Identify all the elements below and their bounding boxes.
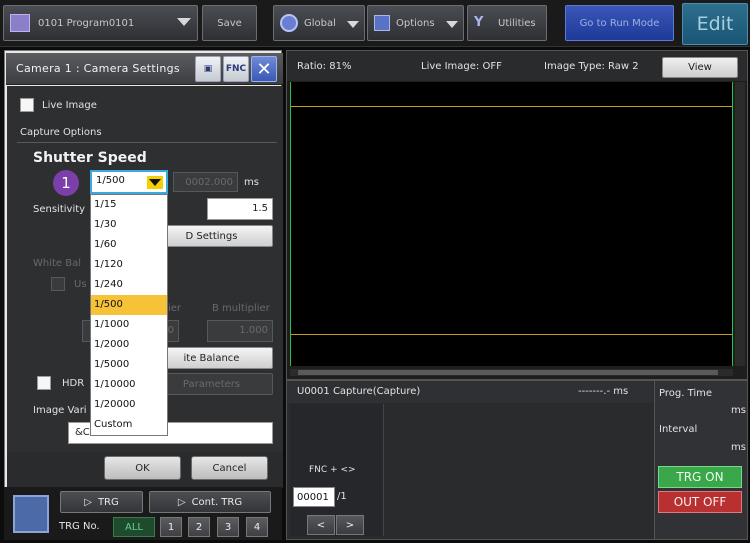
horizontal-scroll-thumb[interactable] xyxy=(298,370,718,375)
vertical-scrollbar[interactable] xyxy=(735,82,745,366)
program-label: 0101 Program0101 xyxy=(38,17,135,29)
shutter-option[interactable]: 1/10000 xyxy=(91,375,167,395)
cancel-button[interactable]: Cancel xyxy=(191,456,268,480)
top-boundary-line xyxy=(291,106,732,107)
shutter-option[interactable]: 1/5000 xyxy=(91,355,167,375)
live-image-checkbox[interactable] xyxy=(20,98,34,112)
options-menu-button[interactable]: Options xyxy=(367,5,464,41)
shutter-option[interactable]: 1/30 xyxy=(91,215,167,235)
sensitivity-label: Sensitivity xyxy=(33,204,86,215)
tools-icon: Y xyxy=(474,15,484,30)
hdr-label: HDR xyxy=(62,378,85,389)
b-multiplier-input[interactable]: 1.000 xyxy=(207,320,273,342)
options-icon xyxy=(374,15,390,31)
ok-button[interactable]: OK xyxy=(104,456,181,480)
image-type-label: Image Type: Raw 2 xyxy=(544,61,639,72)
shutter-selected-value: 1/500 xyxy=(96,175,125,186)
white-balance-label: White Bal xyxy=(33,258,82,269)
shutter-speed-title: Shutter Speed xyxy=(33,150,147,166)
play-icon: ▷ xyxy=(84,496,92,508)
utilities-button[interactable]: Y Utilities xyxy=(467,5,547,41)
options-label: Options xyxy=(396,17,435,29)
sensitivity-input[interactable]: 1.5 xyxy=(207,198,273,220)
image-icon-button[interactable]: ▣ xyxy=(195,56,221,82)
unit-index-input[interactable]: 00001 xyxy=(293,487,335,507)
b-multiplier-label: B multiplier xyxy=(212,303,270,314)
shutter-option[interactable]: 1/240 xyxy=(91,275,167,295)
r-multiplier-label: ier xyxy=(168,303,182,314)
save-button[interactable]: Save xyxy=(202,5,257,41)
fnc-button[interactable]: FNC xyxy=(223,56,249,82)
view-button[interactable]: View xyxy=(662,57,738,78)
prog-time-label: Prog. Time xyxy=(659,388,713,399)
shutter-speed-dropdown-list: 1/15 1/30 1/60 1/120 1/240 1/500 1/1000 … xyxy=(90,194,168,436)
white-balance-button[interactable]: ite Balance xyxy=(150,347,273,369)
unit-time: -------.- ms xyxy=(578,386,629,397)
global-label: Global xyxy=(304,17,336,29)
camera-image-view[interactable] xyxy=(290,82,733,366)
unit-index-total: /1 xyxy=(337,491,347,502)
shutter-option[interactable]: 1/1000 xyxy=(91,315,167,335)
fnc-hint-label: FNC + <> xyxy=(309,465,356,475)
trg-all-button[interactable]: ALL xyxy=(113,517,155,537)
interval-unit: ms xyxy=(731,442,746,453)
utilities-label: Utilities xyxy=(498,17,536,29)
chevron-down-icon xyxy=(347,21,359,28)
program-selector[interactable]: 0101 Program0101 xyxy=(3,5,198,41)
shutter-option[interactable]: 1/120 xyxy=(91,255,167,275)
trg-number-button[interactable]: 3 xyxy=(217,517,239,537)
interval-label: Interval xyxy=(659,424,698,435)
live-image-status: Live Image: OFF xyxy=(421,61,502,72)
hdr-checkbox[interactable] xyxy=(37,376,51,390)
image-variable-label: Image Vari xyxy=(33,405,87,416)
gear-icon xyxy=(280,14,298,32)
prog-time-unit: ms xyxy=(731,405,746,416)
trg-number-button[interactable]: 4 xyxy=(246,517,268,537)
close-icon[interactable]: ✕ xyxy=(251,56,277,82)
program-icon xyxy=(10,14,30,32)
chevron-down-icon xyxy=(177,18,191,26)
shutter-option[interactable]: Custom xyxy=(91,415,167,435)
live-image-label: Live Image xyxy=(42,100,97,111)
bottom-boundary-line xyxy=(291,334,732,335)
trg-number-button[interactable]: 2 xyxy=(188,517,210,537)
callout-badge: 1 xyxy=(53,170,79,196)
shutter-option[interactable]: 1/60 xyxy=(91,235,167,255)
run-mode-button[interactable]: Go to Run Mode xyxy=(565,5,674,41)
next-button[interactable]: > xyxy=(336,515,364,535)
trg-no-label: TRG No. xyxy=(59,521,100,532)
shutter-option[interactable]: 1/2000 xyxy=(91,335,167,355)
trg-button[interactable]: ▷ TRG xyxy=(60,491,143,513)
shutter-unit: ms xyxy=(244,177,259,188)
trg-label: TRG xyxy=(97,496,119,508)
repeat-icon: ▷ xyxy=(177,496,186,508)
dropdown-arrow-icon xyxy=(147,176,163,189)
shutter-option[interactable]: 1/15 xyxy=(91,195,167,215)
use-label: Us xyxy=(74,279,87,290)
divider xyxy=(17,142,277,143)
shutter-option-selected[interactable]: 1/500 xyxy=(91,295,167,315)
trg-on-indicator: TRG ON xyxy=(658,466,742,488)
out-off-indicator: OUT OFF xyxy=(658,491,742,513)
cont-trg-button[interactable]: ▷ Cont. TRG xyxy=(149,491,271,513)
parameters-button[interactable]: Parameters xyxy=(150,373,273,395)
trg-number-button[interactable]: 1 xyxy=(160,517,182,537)
shutter-time-input[interactable]: 0002.000 xyxy=(173,172,238,192)
shutter-speed-select[interactable]: 1/500 xyxy=(90,170,168,194)
unit-title: U0001 Capture(Capture) xyxy=(297,386,421,397)
use-white-balance-checkbox[interactable] xyxy=(51,277,65,291)
prev-button[interactable]: < xyxy=(307,515,335,535)
edit-button[interactable]: Edit xyxy=(682,3,748,45)
chevron-down-icon xyxy=(446,21,458,28)
global-menu-button[interactable]: Global xyxy=(273,5,365,41)
panel-title: Camera 1 : Camera Settings xyxy=(16,62,180,75)
capture-options-label: Capture Options xyxy=(20,127,102,138)
cont-trg-label: Cont. TRG xyxy=(191,496,243,508)
hdr-settings-button[interactable]: D Settings xyxy=(150,225,273,247)
camera-image-icon[interactable] xyxy=(13,495,49,533)
shutter-option[interactable]: 1/20000 xyxy=(91,395,167,415)
ratio-label: Ratio: 81% xyxy=(297,61,352,72)
